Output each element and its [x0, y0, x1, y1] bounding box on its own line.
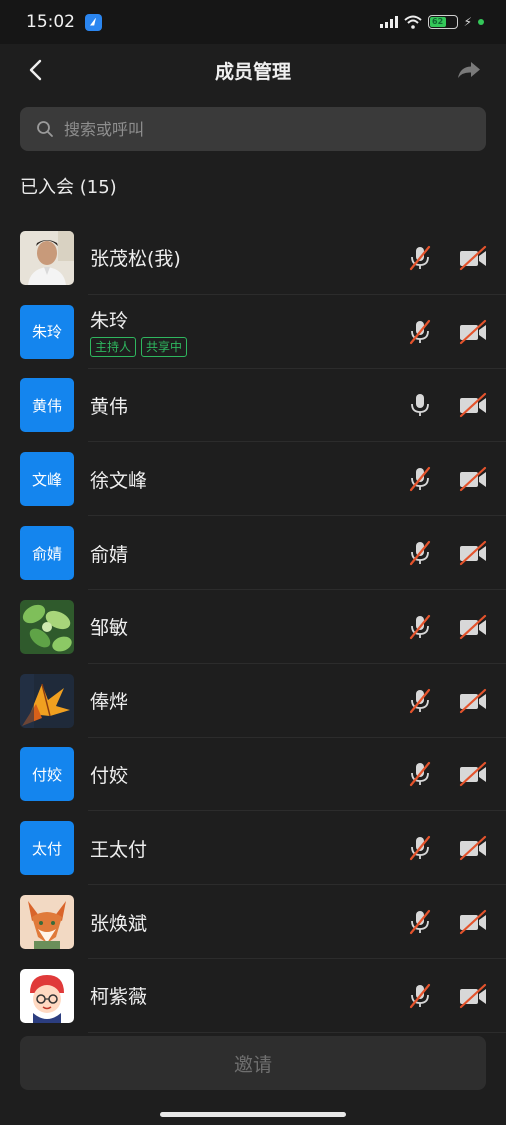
mic-muted-icon[interactable]	[408, 319, 432, 345]
page-title: 成员管理	[214, 60, 291, 83]
member-name: 王太付	[90, 838, 148, 861]
mic-muted-icon[interactable]	[408, 688, 432, 714]
camera-off-icon[interactable]	[458, 614, 488, 640]
autumn-leaf-photo-avatar	[20, 673, 74, 728]
member-row[interactable]: 黄伟 黄伟	[0, 369, 506, 443]
search-bar[interactable]	[20, 107, 486, 151]
mic-icon[interactable]	[408, 392, 432, 418]
member-row[interactable]: 柯紫薇	[0, 959, 506, 1033]
member-name: 张焕斌	[90, 912, 148, 935]
member-row[interactable]: 太付 王太付	[0, 811, 506, 886]
member-name: 邹敏	[90, 617, 129, 640]
member-name: 徐文峰	[90, 469, 148, 492]
role-badge: 主持人	[90, 337, 137, 358]
member-name: 黄伟	[90, 395, 129, 418]
fox-cartoon-avatar	[20, 895, 74, 950]
camera-off-icon[interactable]	[458, 540, 488, 566]
text-avatar: 付姣	[20, 747, 74, 802]
role-badge: 共享中	[141, 337, 188, 358]
member-row[interactable]: 俞婧 俞婧	[0, 516, 506, 590]
member-name: 付姣	[90, 764, 129, 787]
leaves-photo-avatar	[20, 599, 74, 654]
member-row[interactable]: 朱玲 朱玲 主持人 共享中	[0, 295, 506, 369]
text-avatar: 太付	[20, 821, 74, 876]
invite-button[interactable]: 邀请	[20, 1036, 486, 1090]
privacy-indicator	[478, 19, 484, 25]
status-bar: 15:02 62 ⚡	[0, 0, 506, 44]
nav-bar: 成员管理	[0, 44, 506, 96]
camera-off-icon[interactable]	[458, 688, 488, 714]
member-name: 张茂松(我)	[90, 248, 181, 271]
member-row[interactable]: 张茂松(我)	[0, 221, 506, 295]
search-input[interactable]	[64, 119, 464, 139]
camera-off-icon[interactable]	[458, 392, 488, 418]
joined-count-heading: 已入会 (15)	[20, 177, 117, 198]
app-notification-icon	[85, 13, 102, 31]
camera-off-icon[interactable]	[458, 466, 488, 492]
member-name: 柯紫薇	[90, 986, 148, 1009]
member-tags: 主持人 共享中	[90, 337, 188, 358]
member-list: 张茂松(我) 朱玲 朱玲 主持人 共享中 黄伟 黄伟 文峰 徐文峰 俞婧 俞婧 …	[0, 221, 506, 1033]
home-indicator[interactable]	[160, 1112, 346, 1117]
man-photo-avatar	[20, 230, 74, 285]
wifi-icon	[403, 15, 422, 29]
member-name: 俸烨	[90, 691, 129, 714]
camera-off-icon[interactable]	[458, 245, 488, 271]
battery-level: 62	[429, 17, 446, 27]
text-avatar: 黄伟	[20, 378, 74, 433]
member-row[interactable]: 张焕斌	[0, 885, 506, 959]
status-time: 15:02	[26, 12, 75, 32]
member-row[interactable]: 文峰 徐文峰	[0, 442, 506, 517]
text-avatar: 俞婧	[20, 526, 74, 581]
mic-muted-icon[interactable]	[408, 245, 432, 271]
member-name: 俞婧	[90, 543, 129, 566]
text-avatar: 文峰	[20, 452, 74, 507]
battery-icon: 62	[427, 15, 458, 29]
camera-off-icon[interactable]	[458, 319, 488, 345]
share-forward-icon[interactable]	[456, 58, 482, 82]
member-name: 朱玲	[90, 310, 129, 333]
member-row[interactable]: 邹敏	[0, 590, 506, 664]
member-row[interactable]: 付姣 付姣	[0, 738, 506, 812]
camera-off-icon[interactable]	[458, 909, 488, 935]
search-icon	[37, 121, 53, 137]
camera-off-icon[interactable]	[458, 983, 488, 1009]
back-arrow-icon[interactable]	[24, 58, 48, 82]
mic-muted-icon[interactable]	[408, 909, 432, 935]
text-avatar: 朱玲	[20, 304, 74, 359]
camera-off-icon[interactable]	[458, 761, 488, 787]
row-divider	[88, 1031, 506, 1033]
charging-icon: ⚡	[463, 15, 472, 29]
cellular-signal-icon	[379, 16, 398, 28]
mic-muted-icon[interactable]	[408, 540, 432, 566]
member-row[interactable]: 俸烨	[0, 664, 506, 738]
camera-off-icon[interactable]	[458, 835, 488, 861]
mic-muted-icon[interactable]	[408, 835, 432, 861]
mic-muted-icon[interactable]	[408, 761, 432, 787]
girl-cartoon-avatar	[20, 968, 74, 1023]
mic-muted-icon[interactable]	[408, 466, 432, 492]
mic-muted-icon[interactable]	[408, 983, 432, 1009]
mic-muted-icon[interactable]	[408, 614, 432, 640]
